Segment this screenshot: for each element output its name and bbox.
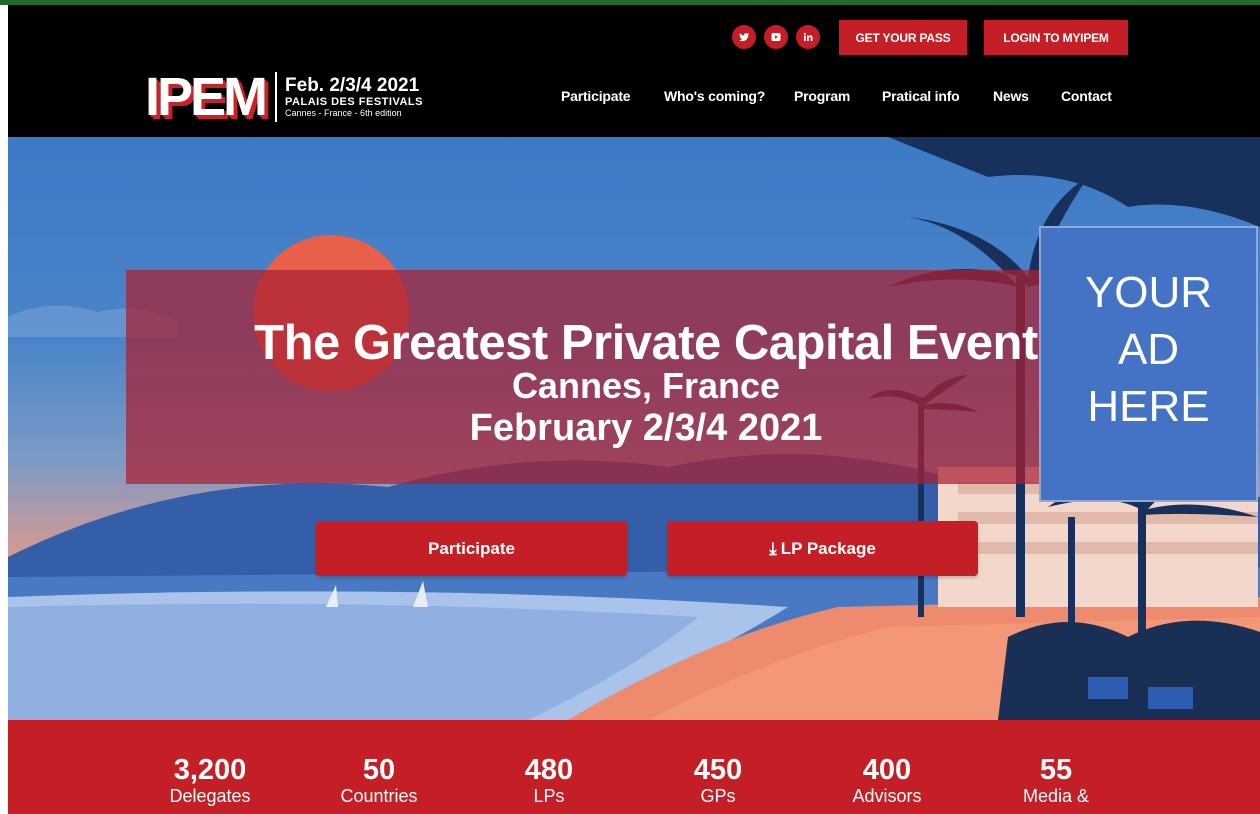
download-icon: ⤓ xyxy=(769,538,777,558)
stat-advisors: 400 Advisors xyxy=(817,756,957,808)
stat-value: 450 xyxy=(693,754,743,786)
ad-line-2: AD xyxy=(1117,324,1180,374)
stat-media: 55 Media & xyxy=(986,756,1126,808)
stat-gps: 450 GPs xyxy=(648,756,788,808)
lp-package-button[interactable]: ⤓ LP Package xyxy=(667,521,978,576)
stat-label: Advisors xyxy=(852,786,922,806)
stats-bar: 3,200 Delegates 50 Countries 480 LPs 450… xyxy=(8,720,1260,814)
nav-program[interactable]: Program xyxy=(794,88,850,104)
linkedin-icon[interactable] xyxy=(796,25,820,49)
hero-headline: The Greatest Private Capital Event xyxy=(254,316,1038,370)
hero-dates: February 2/3/4 2021 xyxy=(469,407,823,449)
logo-city: Cannes - France - 6th edition xyxy=(285,107,402,118)
ad-line-3: HERE xyxy=(1087,381,1210,431)
stat-label: Delegates xyxy=(169,786,251,806)
nav-contact[interactable]: Contact xyxy=(1061,88,1112,104)
main-nav: Participate Who's coming? Program Pratic… xyxy=(8,88,1260,108)
stat-label: Countries xyxy=(340,786,418,806)
hero-location: Cannes, France xyxy=(511,365,781,406)
stat-value: 480 xyxy=(524,754,574,786)
page-frame: IPEM Feb. 2/3/4 2021 PALAIS DES FESTIVAL… xyxy=(8,5,1260,814)
ad-placeholder[interactable]: YOUR AD HERE xyxy=(1039,226,1258,502)
lp-package-button-label: LP Package xyxy=(780,538,876,558)
site-header: IPEM Feb. 2/3/4 2021 PALAIS DES FESTIVAL… xyxy=(8,5,1260,137)
login-myipem-button[interactable]: LOGIN TO MYIPEM xyxy=(984,20,1128,55)
nav-practical-info[interactable]: Pratical info xyxy=(882,88,960,104)
stat-label: GPs xyxy=(700,786,736,806)
stat-value: 3,200 xyxy=(173,754,247,786)
stat-lps: 480 LPs xyxy=(479,756,619,808)
social-links xyxy=(732,25,820,49)
participate-button[interactable]: Participate xyxy=(316,521,627,576)
nav-whos-coming[interactable]: Who's coming? xyxy=(664,88,765,104)
nav-news[interactable]: News xyxy=(993,88,1029,104)
stat-countries: 50 Countries xyxy=(309,756,449,808)
youtube-icon[interactable] xyxy=(764,25,788,49)
stat-value: 50 xyxy=(362,754,396,786)
stat-delegates: 3,200 Delegates xyxy=(140,756,280,808)
participate-button-label: Participate xyxy=(428,538,515,558)
stat-value: 55 xyxy=(1039,754,1073,786)
stat-value: 400 xyxy=(862,754,912,786)
nav-participate[interactable]: Participate xyxy=(561,88,631,104)
twitter-icon[interactable] xyxy=(732,25,756,49)
ad-line-1: YOUR xyxy=(1084,267,1213,317)
stat-label: Media & xyxy=(1022,786,1090,806)
stat-label: LPs xyxy=(533,786,565,806)
get-your-pass-button[interactable]: GET YOUR PASS xyxy=(839,20,967,55)
